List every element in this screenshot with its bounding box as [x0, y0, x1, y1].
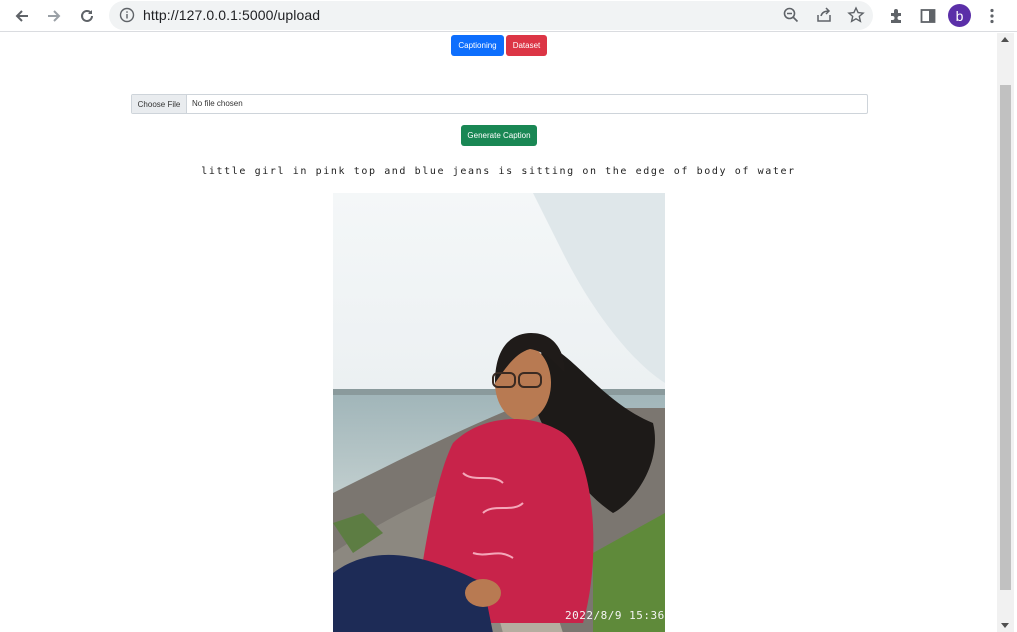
url-text[interactable]: http://127.0.0.1:5000/upload: [143, 7, 320, 23]
page-viewport: Captioning Dataset Choose File No file c…: [0, 33, 997, 632]
info-icon[interactable]: [119, 7, 135, 23]
reload-button[interactable]: [74, 3, 100, 29]
browser-window: http://127.0.0.1:5000/upload b Captionin…: [0, 0, 1017, 632]
uploaded-photo: [333, 193, 665, 632]
choose-file-button[interactable]: Choose File: [132, 95, 187, 113]
photo-timestamp: 2022/8/9 15:36: [565, 609, 665, 622]
generate-caption-button[interactable]: Generate Caption: [461, 125, 537, 146]
forward-icon: [48, 10, 61, 22]
dataset-button[interactable]: Dataset: [506, 35, 547, 56]
star-icon[interactable]: [847, 6, 865, 24]
caption-text: little girl in pink top and blue jeans i…: [201, 166, 796, 177]
share-icon[interactable]: [815, 6, 833, 24]
file-status-text: No file chosen: [192, 99, 243, 108]
scroll-thumb[interactable]: [1000, 85, 1011, 590]
page-scrollbar[interactable]: [997, 33, 1014, 632]
scroll-down-arrow-icon[interactable]: [1001, 623, 1009, 628]
reload-icon: [81, 9, 93, 22]
back-icon: [15, 10, 28, 22]
captioning-button[interactable]: Captioning: [451, 35, 504, 56]
extensions-button[interactable]: [883, 3, 909, 29]
scroll-up-arrow-icon[interactable]: [1001, 37, 1009, 42]
file-upload-input[interactable]: Choose File No file chosen: [131, 94, 868, 114]
back-button[interactable]: [9, 3, 35, 29]
menu-icon: [990, 8, 994, 24]
forward-button[interactable]: [41, 3, 67, 29]
extensions-icon: [891, 9, 901, 23]
side-panel-icon: [920, 9, 936, 23]
profile-avatar[interactable]: b: [948, 4, 971, 27]
browser-toolbar: http://127.0.0.1:5000/upload b: [0, 0, 1017, 32]
address-bar[interactable]: http://127.0.0.1:5000/upload: [109, 1, 873, 30]
browser-menu-button[interactable]: [979, 3, 1005, 29]
side-panel-button[interactable]: [915, 3, 941, 29]
zoom-out-icon[interactable]: [782, 6, 800, 24]
